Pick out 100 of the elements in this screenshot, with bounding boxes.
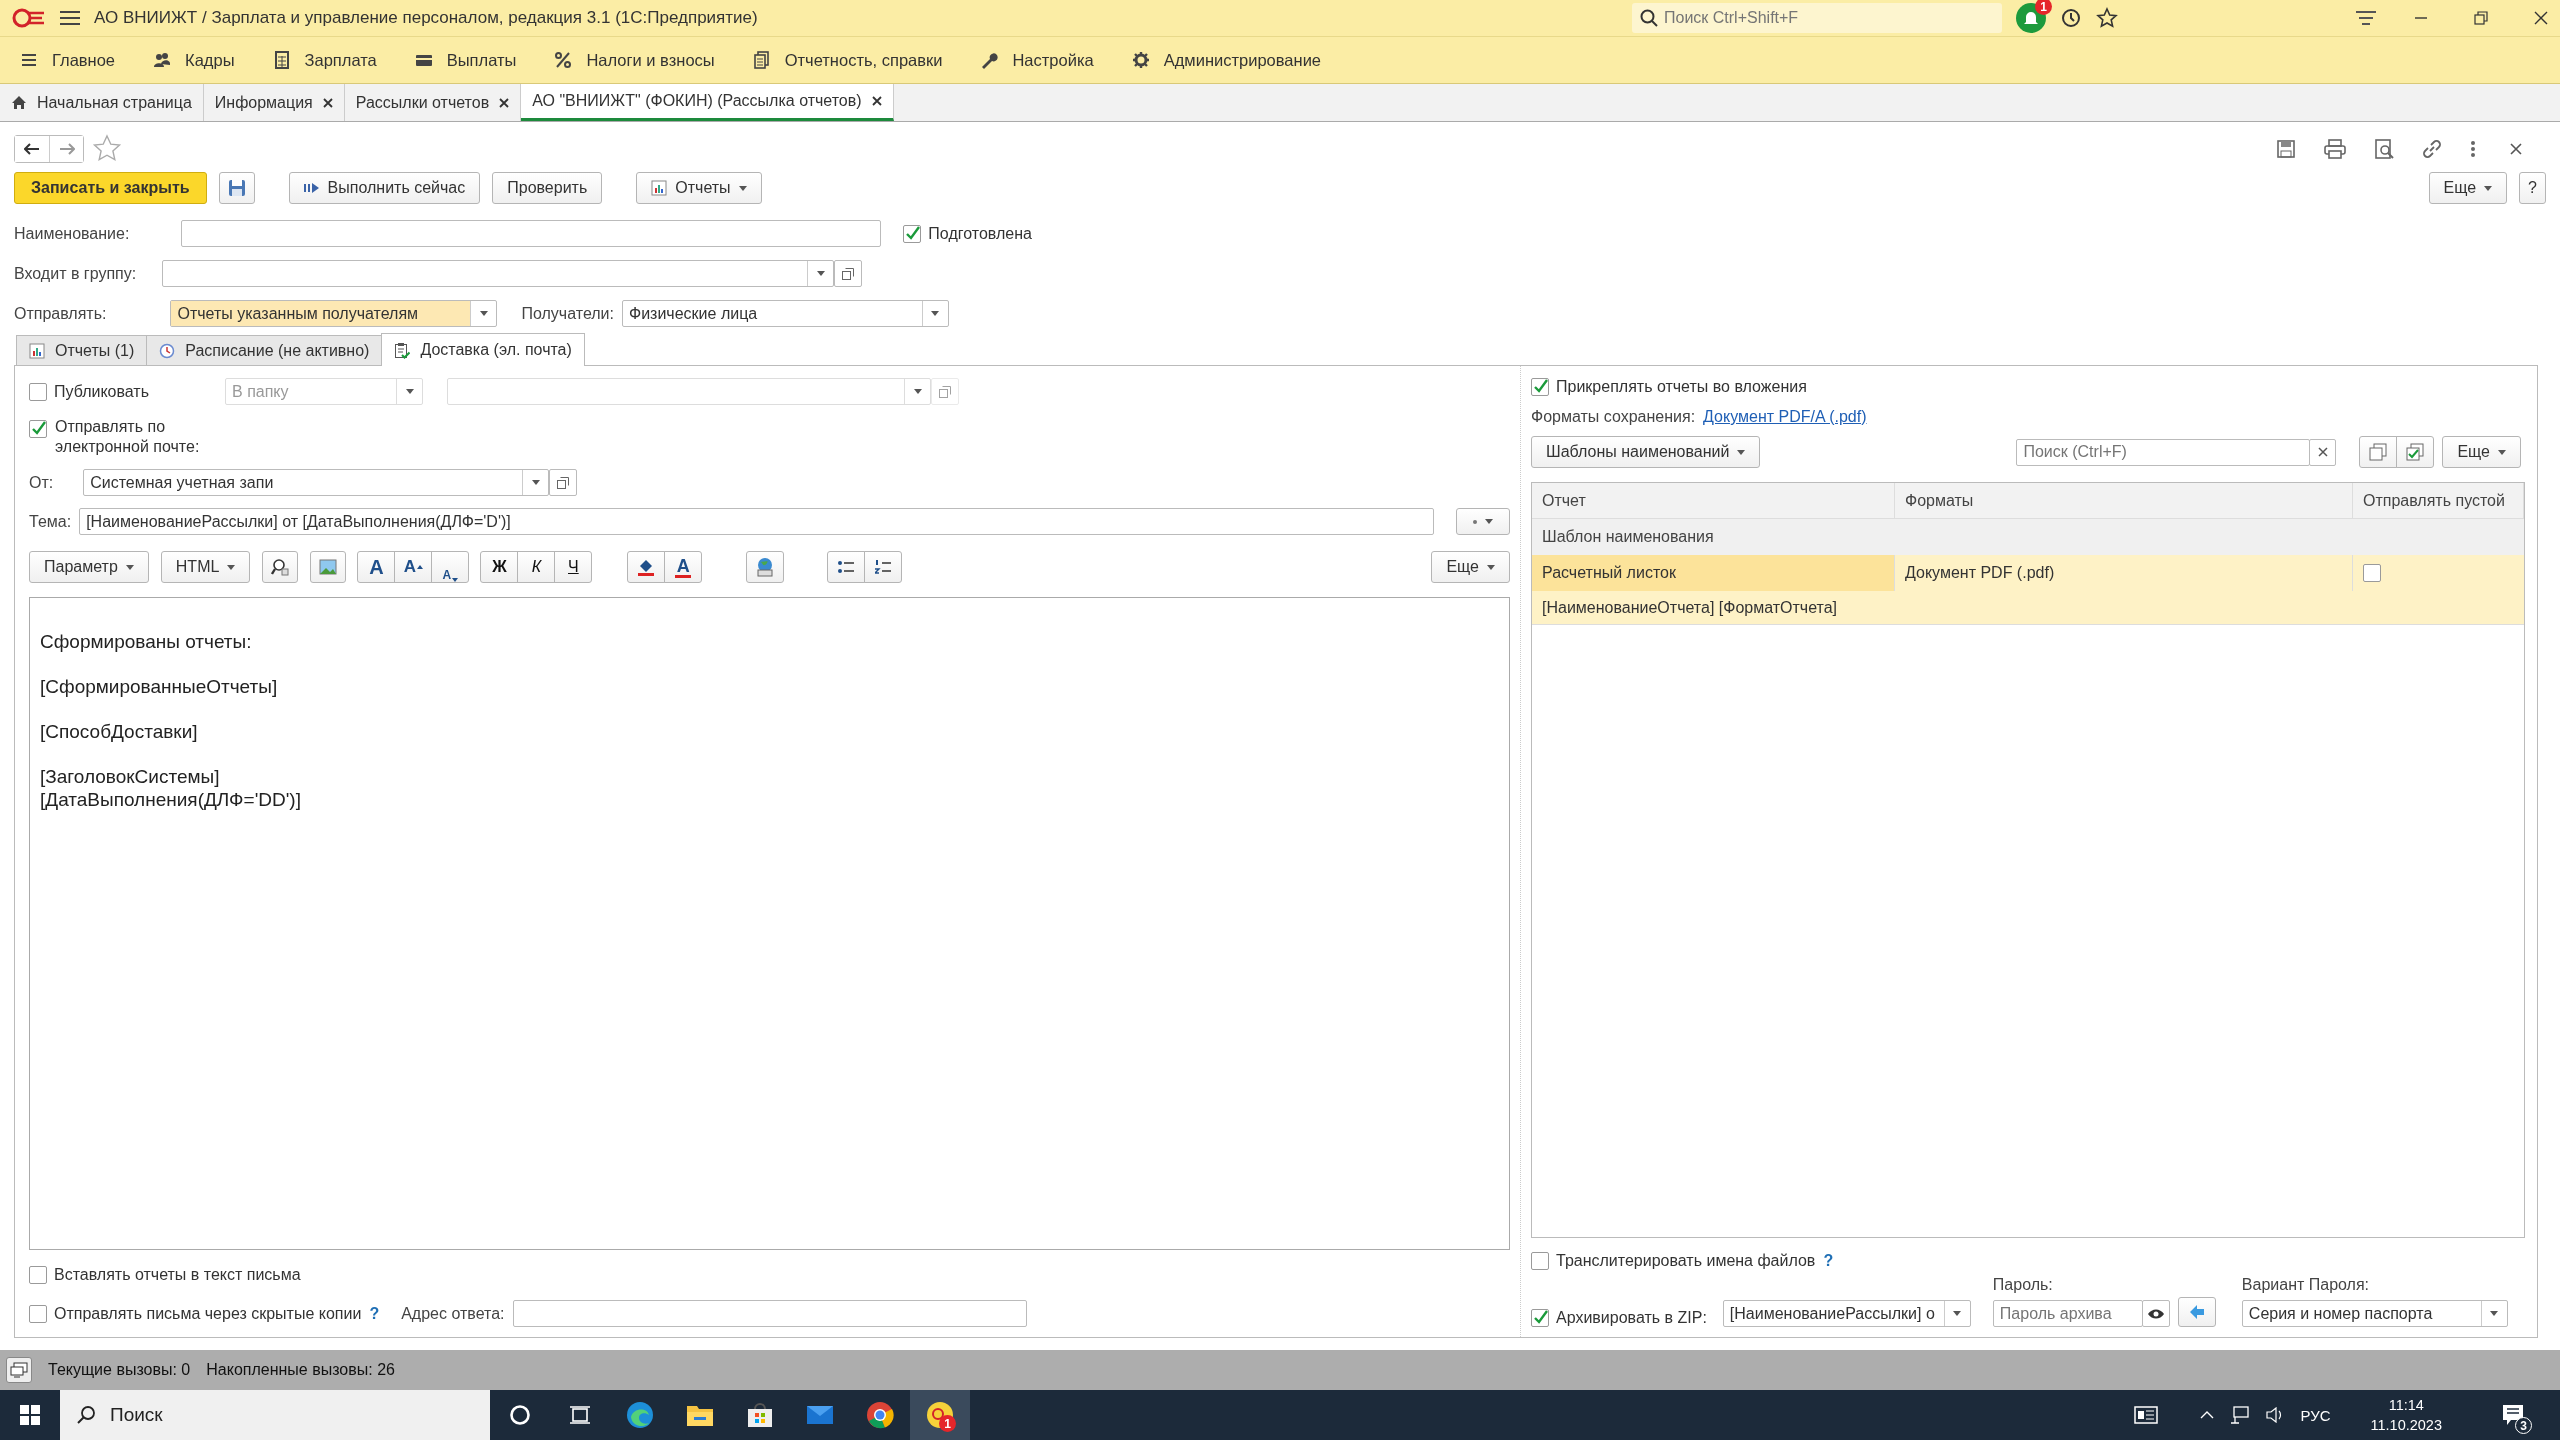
underline-button[interactable]: Ч [554, 551, 593, 583]
close-icon [2534, 11, 2548, 25]
checkbox[interactable] [29, 1266, 47, 1284]
column-header[interactable]: Отчет [1532, 483, 1895, 518]
run-now-button[interactable]: Выполнить сейчас [288, 172, 481, 204]
help-link[interactable]: ? [1823, 1252, 1834, 1270]
column-header[interactable]: Форматы [1895, 483, 2353, 518]
checkbox[interactable] [29, 1304, 47, 1323]
notifications-button[interactable] [2016, 3, 2046, 33]
folder-path-field[interactable] [447, 378, 931, 405]
section-menu-item[interactable]: Кадры [153, 50, 235, 70]
taskbar-app-icon[interactable]: 1 [910, 1390, 970, 1440]
open-icon [557, 476, 570, 489]
dot-icon [1473, 519, 1477, 524]
caret-icon [2498, 449, 2506, 455]
section-menu-item[interactable]: Зарплата [272, 50, 377, 70]
close-icon[interactable] [871, 96, 882, 106]
form-tab[interactable]: Доставка (эл. почта) [381, 333, 585, 366]
close-icon[interactable] [322, 97, 333, 108]
format-button[interactable]: HTML [160, 551, 251, 583]
copy-button[interactable] [2359, 436, 2398, 468]
from-account-field[interactable]: Системная учетная запи [83, 469, 550, 496]
generate-password-button[interactable] [2177, 1297, 2216, 1327]
down-arrow-icon [452, 578, 459, 582]
table-row[interactable]: Расчетный листок Документ PDF (.pdf) [1532, 555, 2524, 591]
recipients-field[interactable]: Физические лица [622, 300, 949, 327]
clear-button[interactable] [2309, 438, 2337, 466]
form-tab[interactable]: Отчеты (1) [16, 335, 148, 365]
font-size-button[interactable]: A [357, 551, 396, 583]
select-all-button[interactable] [2396, 436, 2435, 468]
field-label: Адрес ответа: [401, 1304, 505, 1323]
bold-button[interactable]: Ж [480, 551, 519, 583]
insert-parameter-button[interactable] [1456, 508, 1510, 535]
section-menu-item[interactable]: Администрирование [1131, 50, 1322, 70]
reply-address-field[interactable] [512, 1300, 1027, 1327]
more-button[interactable]: Еще [2428, 172, 2508, 204]
insert-link-button[interactable] [746, 551, 785, 583]
settings-icon [1131, 51, 1150, 69]
insert-image-button[interactable] [310, 551, 347, 583]
search-field[interactable]: Поиск (Ctrl+F) [2016, 438, 2311, 466]
save-and-close-button[interactable]: Записать и закрыть [14, 172, 207, 204]
section-menu-item[interactable]: Главное [20, 50, 116, 70]
keyboard-language[interactable]: РУС [2300, 1406, 2331, 1424]
checkbox[interactable] [1531, 1309, 1549, 1327]
name-field[interactable] [181, 220, 882, 247]
group-field[interactable] [162, 260, 835, 287]
report-icon [651, 180, 668, 196]
settings-menu-icon [2356, 9, 2376, 27]
chevron-up-icon [2200, 1411, 2215, 1419]
section-menu-item[interactable]: Настройка [980, 50, 1094, 70]
parameter-button[interactable]: Параметр [29, 551, 149, 583]
checkbox[interactable] [1531, 378, 1549, 396]
fill-color-button[interactable] [627, 551, 666, 583]
name-templates-button[interactable]: Шаблоны наименований [1531, 436, 1761, 468]
checkbox[interactable] [2363, 564, 2381, 582]
caret-icon [405, 389, 414, 394]
field-label: От: [29, 473, 54, 492]
form-tab[interactable]: Расписание (не активно) [146, 335, 383, 365]
column-header[interactable]: Отправлять пустой [2353, 483, 2524, 518]
send-mode-field[interactable]: Отчеты указанным получателям [170, 300, 498, 327]
link-icon [2422, 139, 2442, 159]
font-size-button[interactable]: A [431, 551, 470, 583]
find-button[interactable] [262, 551, 299, 583]
open-button[interactable] [834, 260, 863, 287]
font-size-button[interactable]: A [394, 551, 433, 583]
star-icon [2096, 7, 2118, 29]
close-icon[interactable] [499, 97, 510, 108]
italic-button[interactable]: К [517, 551, 556, 583]
bulleted-list-button[interactable] [827, 551, 866, 583]
help-link[interactable]: ? [369, 1304, 380, 1323]
checkbox[interactable] [1531, 1252, 1549, 1270]
section-menu-item[interactable]: Отчетность, справки [752, 50, 943, 70]
calls-monitor-button[interactable] [6, 1357, 32, 1383]
close-icon [2510, 143, 2522, 155]
section-menu-item[interactable]: Выплаты [414, 50, 517, 70]
more-button[interactable]: Еще [2442, 436, 2521, 468]
help-button[interactable]: ? [2519, 172, 2546, 204]
text-color-button[interactable]: A [664, 551, 703, 583]
taskbar-search-field[interactable]: Поиск [60, 1390, 490, 1440]
save-button[interactable] [218, 172, 255, 204]
numbered-list-button[interactable] [864, 551, 903, 583]
color-bar-icon [675, 574, 692, 578]
subject-field[interactable]: [НаименованиеРассылки] от [ДатаВыполнения(ДЛФ='D')] [79, 508, 1435, 535]
caret-icon [1487, 564, 1495, 570]
check-button[interactable]: Проверить [492, 172, 603, 204]
show-password-button[interactable] [2141, 1300, 2170, 1327]
formats-link[interactable]: Документ PDF/A (.pdf) [1703, 408, 1867, 426]
checkbox[interactable] [903, 224, 922, 243]
password-field[interactable]: Пароль архива [1992, 1300, 2143, 1327]
checkbox[interactable] [29, 382, 47, 401]
more-button[interactable]: Еще [1431, 551, 1510, 583]
checkbox[interactable] [29, 420, 47, 438]
search-field[interactable]: Поиск Ctrl+Shift+F [1632, 3, 2002, 33]
password-variant-field[interactable]: Серия и номер паспорта [2241, 1300, 2508, 1327]
open-button[interactable] [549, 469, 578, 496]
reports-button[interactable]: Отчеты [636, 172, 762, 204]
section-menu-item[interactable]: Налоги и взносы [554, 50, 715, 70]
message-editor[interactable]: Сформированы отчеты: [СформированныеОтчеты] [СпособДоставки] [ЗаголовокСистемы] [ДатаВыполнения(ДЛФ='DD')] [29, 597, 1510, 1250]
archive-name-field[interactable]: [НаименованиеРассылки] о [1722, 1300, 1971, 1327]
open-tab[interactable]: АО "ВНИИЖТ" (ФОКИН) (Рассылка отчетов) [521, 84, 894, 121]
